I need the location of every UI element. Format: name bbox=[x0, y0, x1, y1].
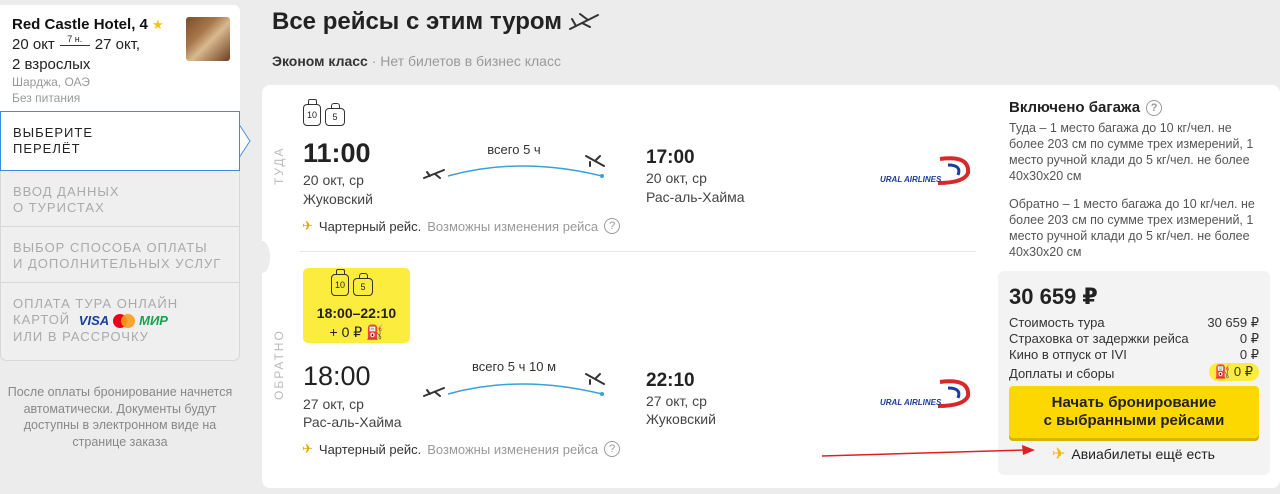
plane-icon: ✈ bbox=[1052, 446, 1066, 463]
step-select-flight[interactable]: ВЫБЕРИТЕ ПЕРЕЛЁТ bbox=[0, 111, 240, 171]
more-tickets-label: Авиабилеты ещё есть bbox=[1071, 446, 1215, 462]
price-total: 30 659 ₽ bbox=[1009, 284, 1098, 309]
sidebar-note: После оплаты бронирование начнется автом… bbox=[7, 385, 233, 449]
step-label: ИЛИ В РАССРОЧКУ bbox=[13, 328, 149, 344]
star-icon: ★ bbox=[152, 17, 164, 32]
card-notch bbox=[254, 241, 270, 273]
outbound-arrival-time: 17:00 bbox=[646, 147, 695, 168]
inbound-charter-info: ✈ Чартерный рейс. Возможны изменения рей… bbox=[302, 441, 621, 457]
more-tickets-link[interactable]: ✈ Авиабилеты ещё есть bbox=[1052, 444, 1215, 464]
outbound-departure-time: 11:00 bbox=[303, 138, 371, 168]
takeoff-icon bbox=[423, 387, 445, 397]
charter-plane-icon: ✈ bbox=[302, 441, 313, 456]
checked-bag-icon: 10 bbox=[331, 269, 349, 296]
outbound-baggage-icons: 10 5 bbox=[303, 99, 345, 126]
inbound-departure-time: 18:00 bbox=[303, 361, 371, 391]
inbound-flight-option[interactable]: 10 5 18:00–22:10 + 0 ₽ ⛽ bbox=[303, 268, 410, 343]
step-label-with-logos: КАРТОЙ VISA МИР bbox=[13, 312, 168, 329]
business-class-note: · Нет билетов в бизнес класс bbox=[367, 53, 561, 69]
svg-text:URAL AIRLINES: URAL AIRLINES bbox=[880, 175, 942, 184]
outbound-departure-date: 20 окт, ср bbox=[303, 172, 364, 188]
option-baggage-icons: 10 5 bbox=[331, 269, 373, 296]
class-selector: Эконом класс · Нет билетов в бизнес клас… bbox=[272, 53, 561, 69]
outbound-departure-city: Жуковский bbox=[303, 191, 373, 207]
inbound-route bbox=[423, 373, 605, 397]
landing-icon bbox=[585, 373, 605, 385]
start-booking-button[interactable]: Начать бронирование с выбранными рейсами bbox=[1009, 386, 1259, 438]
mastercard-logo bbox=[113, 313, 136, 328]
charter-label: Чартерный рейс. bbox=[318, 218, 422, 234]
help-icon[interactable]: ? bbox=[1146, 99, 1163, 116]
step-label: ВЫБЕРИТЕ bbox=[13, 125, 94, 140]
meal-plan: Без питания bbox=[12, 91, 81, 105]
inbound-departure-city: Рас-аль-Хайма bbox=[303, 414, 402, 430]
option-times: 18:00–22:10 bbox=[316, 305, 397, 321]
fuel-icon: ⛽ bbox=[1214, 364, 1231, 379]
checked-bag-icon: 10 bbox=[303, 99, 321, 126]
charter-plane-icon: ✈ bbox=[302, 218, 313, 233]
price-row-ivi: Кино в отпуск от IVI 0 ₽ bbox=[1009, 347, 1259, 362]
takeoff-icon bbox=[423, 169, 445, 179]
svg-text:URAL AIRLINES: URAL AIRLINES bbox=[880, 398, 942, 407]
nights-count: 7 н. bbox=[59, 35, 90, 46]
outbound-charter-info: ✈ Чартерный рейс. Возможны изменения рей… bbox=[302, 218, 621, 234]
baggage-inbound-info: Обратно – 1 место багажа до 10 кг/чел. н… bbox=[1009, 197, 1255, 259]
flight-divider bbox=[300, 251, 976, 252]
hotel-summary-card[interactable]: Red Castle Hotel, 4 ★ 20 окт 7 н. 27 окт… bbox=[0, 5, 240, 111]
outbound-direction-label: ТУДА bbox=[272, 146, 286, 185]
hand-luggage-icon: 5 bbox=[353, 273, 373, 296]
price-row-insurance: Страховка от задержки рейса 0 ₽ bbox=[1009, 331, 1259, 346]
mir-logo: МИР bbox=[139, 312, 168, 328]
inbound-arrival-date: 27 окт, ср bbox=[646, 393, 707, 409]
inbound-arrival-city: Жуковский bbox=[646, 411, 716, 427]
baggage-outbound-info: Туда – 1 место багажа до 10 кг/чел. не б… bbox=[1009, 121, 1254, 183]
price-row-fees: Доплаты и сборы ⛽ 0 ₽ bbox=[1009, 363, 1259, 381]
red-arrow bbox=[821, 445, 1035, 457]
ural-airlines-logo: URAL AIRLINES bbox=[880, 156, 971, 185]
payment-logos: VISA МИР bbox=[79, 313, 168, 329]
step-label: И ДОПОЛНИТЕЛЬНЫХ УСЛУГ bbox=[13, 256, 222, 271]
help-icon[interactable]: ? bbox=[604, 441, 621, 457]
plane-icon bbox=[569, 13, 599, 30]
step-label: ПЕРЕЛЁТ bbox=[13, 141, 81, 156]
page-title: Все рейсы с этим туром bbox=[272, 8, 600, 36]
charter-note: Возможны изменения рейса bbox=[427, 441, 599, 457]
ural-airlines-logo: URAL AIRLINES bbox=[880, 379, 971, 408]
economy-class-label[interactable]: Эконом класс bbox=[272, 53, 368, 69]
landing-icon bbox=[585, 155, 605, 167]
step-label: ОПЛАТА ТУРА ОНЛАЙН bbox=[13, 296, 179, 311]
fees-chip[interactable]: ⛽ 0 ₽ bbox=[1208, 363, 1259, 381]
baggage-title: Включено багажа ? bbox=[1009, 99, 1163, 116]
charter-label: Чартерный рейс. bbox=[318, 441, 422, 457]
visa-logo: VISA bbox=[78, 312, 110, 328]
step-label: ВВОД ДАННЫХ bbox=[13, 184, 120, 199]
button-label: с выбранными рейсами bbox=[1043, 412, 1225, 429]
step-label: ВЫБОР СПОСОБА ОПЛАТЫ bbox=[13, 240, 208, 255]
hotel-photo[interactable] bbox=[186, 17, 230, 61]
button-label: Начать бронирование bbox=[1051, 394, 1217, 411]
fuel-icon: ⛽ bbox=[366, 324, 384, 340]
inbound-departure-date: 27 окт, ср bbox=[303, 396, 364, 412]
charter-note: Возможны изменения рейса bbox=[427, 218, 599, 234]
inbound-arrival-time: 22:10 bbox=[646, 370, 695, 391]
inbound-direction-label: ОБРАТНО bbox=[272, 329, 286, 400]
step-label: О ТУРИСТАХ bbox=[13, 200, 105, 215]
step-tourist-data[interactable]: ВВОД ДАННЫХ О ТУРИСТАХ bbox=[0, 171, 240, 227]
date-from: 20 окт bbox=[12, 36, 55, 53]
outbound-arrival-date: 20 окт, ср bbox=[646, 170, 707, 186]
step-payment-method[interactable]: ВЫБОР СПОСОБА ОПЛАТЫ И ДОПОЛНИТЕЛЬНЫХ УС… bbox=[0, 227, 240, 283]
outbound-route bbox=[423, 155, 605, 179]
price-row-tour: Стоимость тура 30 659 ₽ bbox=[1009, 315, 1259, 330]
sidebar: Red Castle Hotel, 4 ★ 20 окт 7 н. 27 окт… bbox=[0, 0, 248, 494]
option-surcharge: + 0 ₽ ⛽ bbox=[329, 324, 384, 340]
outbound-arrival-city: Рас-аль-Хайма bbox=[646, 189, 745, 205]
date-to: 27 окт, bbox=[94, 36, 141, 53]
hotel-location: Шарджа, ОАЭ bbox=[12, 75, 90, 89]
hand-luggage-icon: 5 bbox=[325, 103, 345, 126]
help-icon[interactable]: ? bbox=[604, 218, 621, 234]
booking-steps: ВЫБЕРИТЕ ПЕРЕЛЁТ ВВОД ДАННЫХ О ТУРИСТАХ … bbox=[0, 111, 240, 361]
step-online-payment[interactable]: ОПЛАТА ТУРА ОНЛАЙН КАРТОЙ VISA МИР ИЛИ В… bbox=[0, 283, 240, 361]
